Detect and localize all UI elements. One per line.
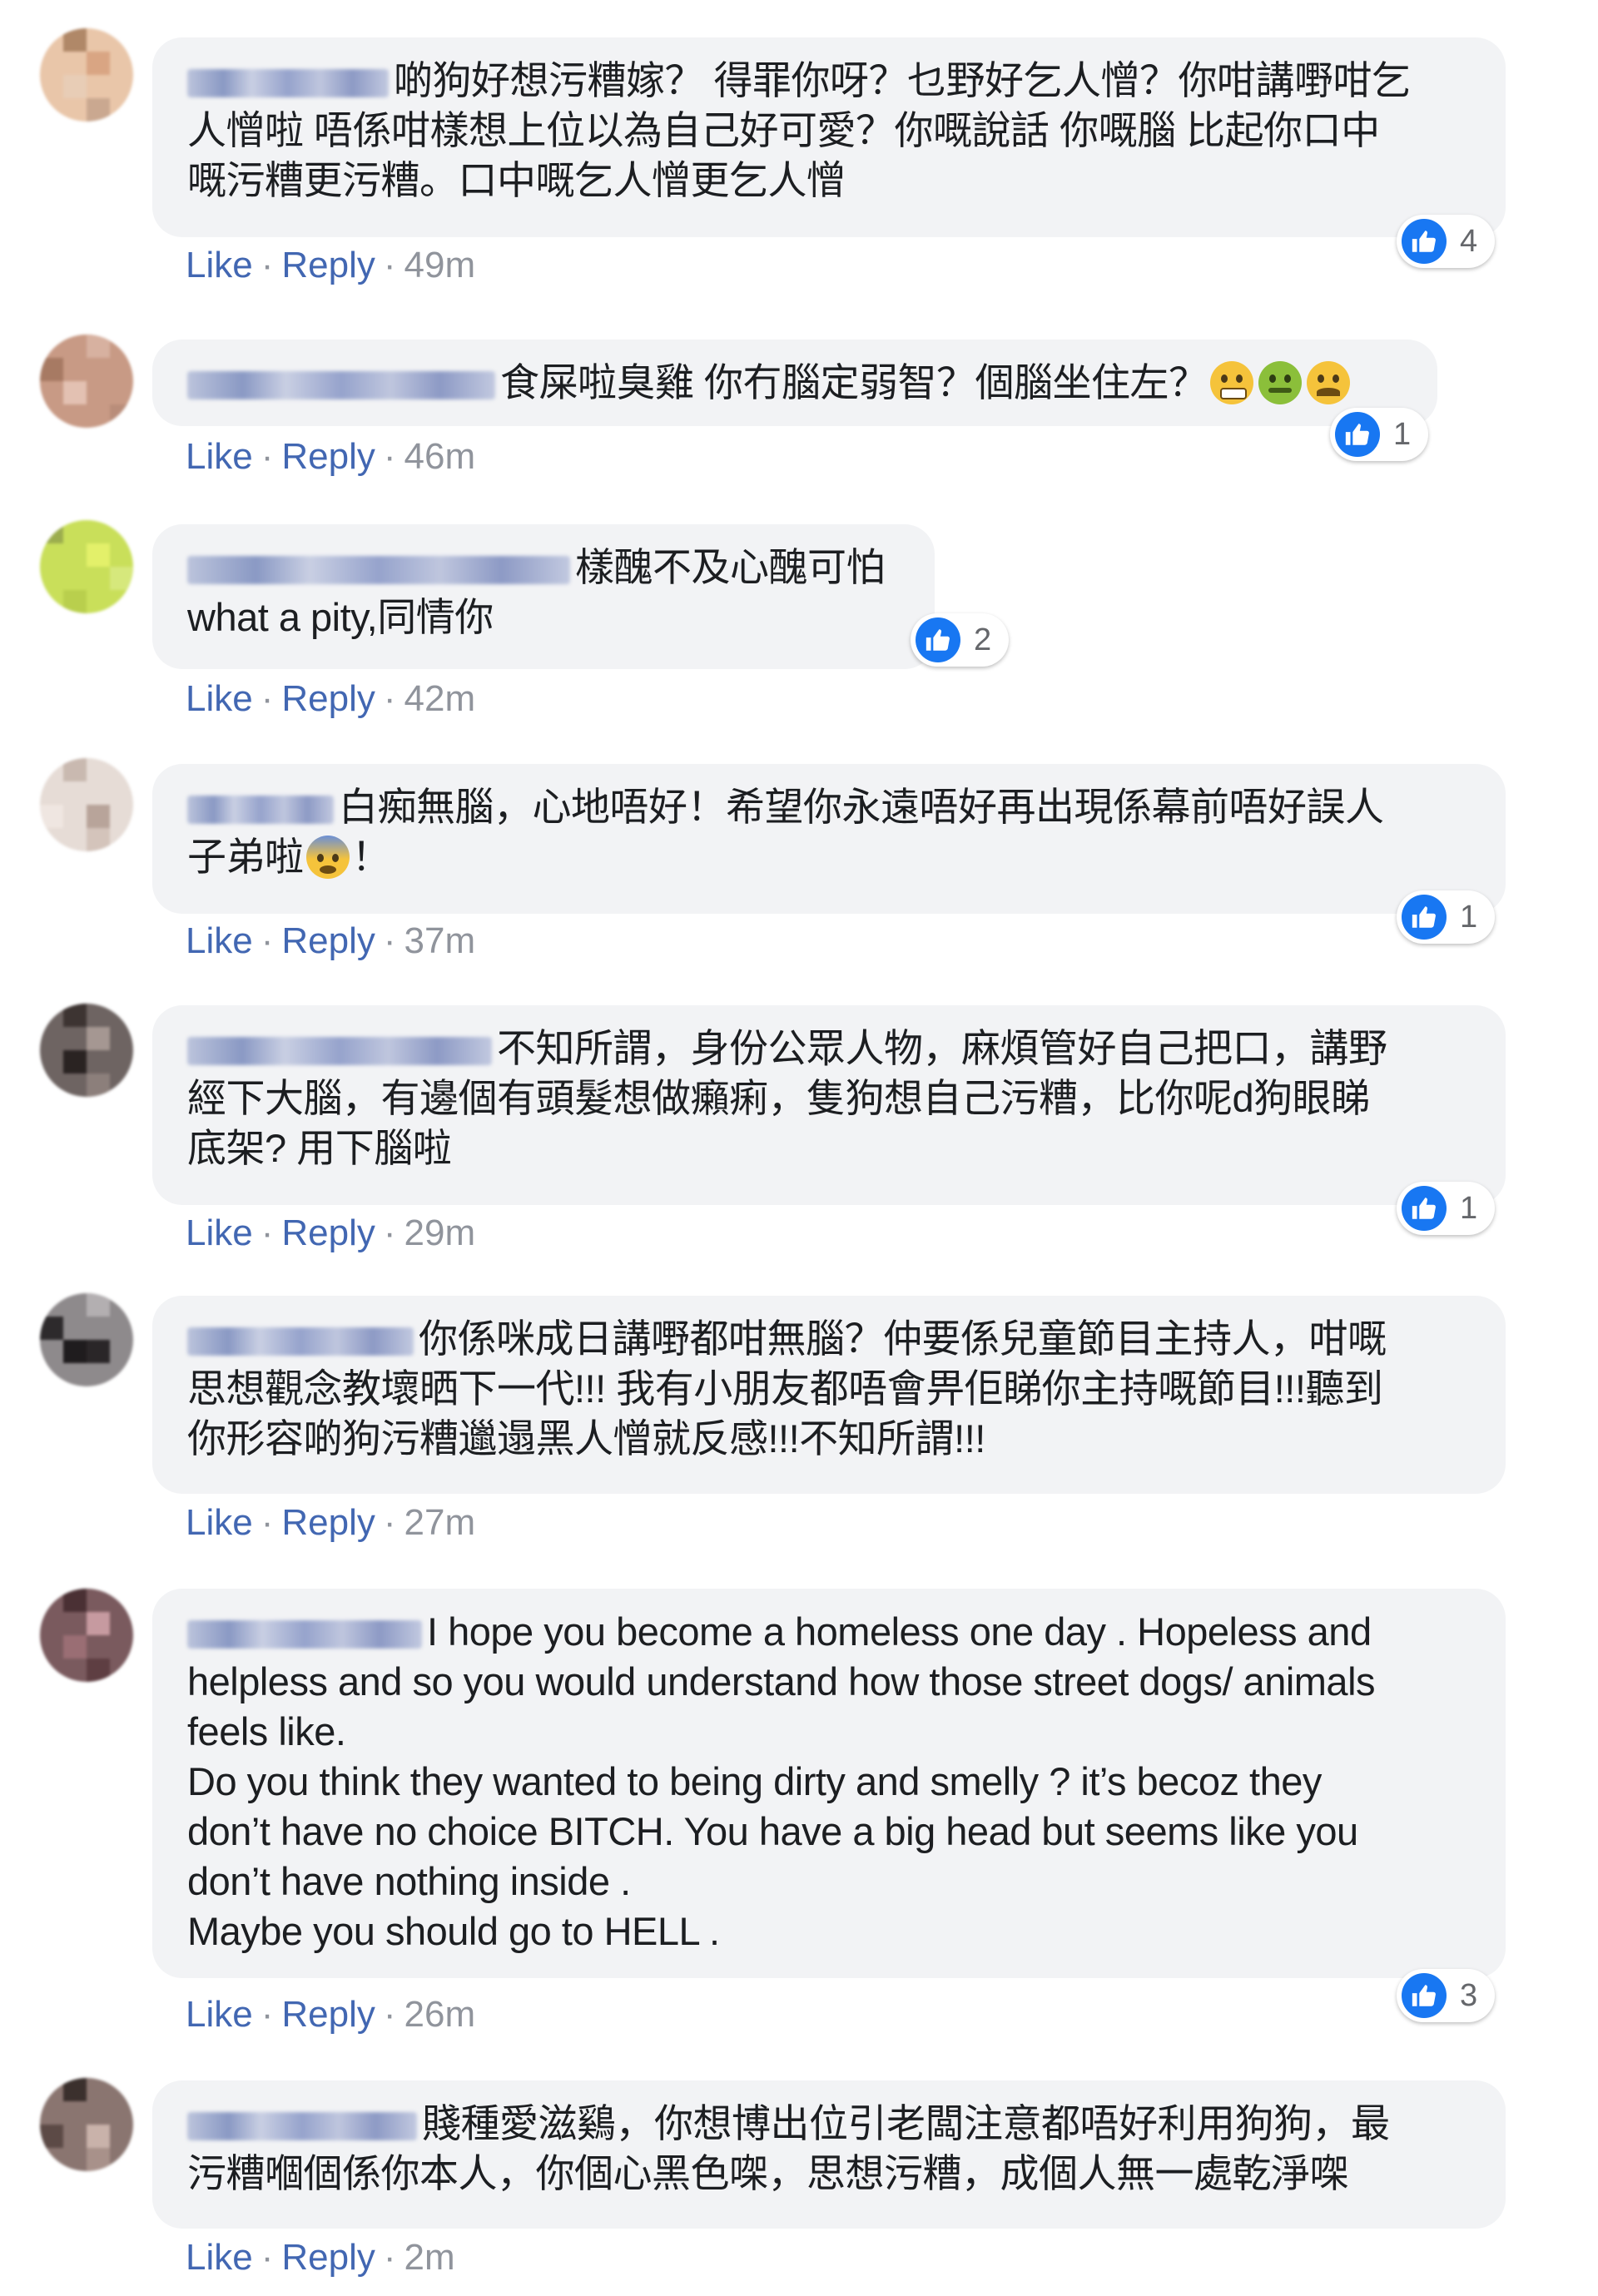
separator: · — [383, 1994, 396, 2035]
separator: · — [261, 1502, 274, 1543]
comment-bubble: 賤種愛滋鷄，你想博出位引老闆注意都唔好利用狗狗，最 污糟嗰個係你本人，你個心黑色… — [152, 2080, 1506, 2229]
commenter-name[interactable] — [187, 1327, 414, 1356]
comment-actions: Like · Reply · 27m — [186, 1502, 475, 1544]
comment-bubble: 樣醜不及心醜可怕 what a pity,同情你 — [152, 524, 935, 669]
reply-link[interactable]: Reply — [281, 1212, 375, 1253]
commenter-name[interactable] — [187, 556, 570, 584]
separator: · — [383, 436, 396, 477]
reply-link[interactable]: Reply — [281, 678, 375, 719]
commenter-name[interactable] — [187, 371, 495, 399]
anxious-emoji-icon — [305, 836, 350, 879]
comment-text: I hope you become a homeless one day . H… — [187, 1609, 1376, 1953]
separator: · — [383, 1212, 396, 1253]
reply-link[interactable]: Reply — [281, 1502, 375, 1543]
separator: · — [261, 1994, 274, 2035]
comment-text: 食屎啦臭雞 你冇腦定弱智？個腦坐住左？ — [500, 360, 1208, 404]
like-reaction-icon — [1402, 1973, 1447, 2018]
avatar[interactable] — [40, 28, 133, 121]
reaction-count: 2 — [974, 622, 992, 657]
timestamp[interactable]: 37m — [404, 920, 476, 961]
avatar[interactable] — [40, 1589, 133, 1682]
reaction-count: 1 — [1393, 416, 1412, 452]
like-link[interactable]: Like — [186, 245, 253, 285]
comment-text-suffix: ！ — [351, 835, 391, 879]
like-reaction-icon — [1402, 219, 1447, 264]
timestamp[interactable]: 42m — [404, 678, 476, 719]
separator: · — [261, 678, 274, 719]
comment-bubble: 白痴無腦，心地唔好！希望你永遠唔好再出現係幕前唔好誤人 子弟啦！ — [152, 764, 1506, 914]
tired-emoji-icon — [1306, 361, 1350, 404]
reaction-summary[interactable]: 1 — [1397, 890, 1495, 944]
commenter-name[interactable] — [187, 69, 389, 97]
like-reaction-icon — [1402, 1186, 1447, 1231]
like-link[interactable]: Like — [186, 1502, 253, 1543]
reaction-count: 1 — [1460, 899, 1478, 935]
comment-actions: Like · Reply · 37m — [186, 920, 475, 962]
avatar[interactable] — [40, 1293, 133, 1386]
avatar[interactable] — [40, 2078, 133, 2171]
comment-actions: Like · Reply · 2m — [186, 2237, 455, 2279]
avatar[interactable] — [40, 335, 133, 428]
reaction-count: 3 — [1460, 1977, 1478, 2013]
separator: · — [261, 1212, 274, 1253]
comment-bubble: 你係咪成日講嘢都咁無腦？仲要係兒童節目主持人，咁嘅 思想觀念教壞晒下一代!!! … — [152, 1296, 1506, 1494]
grimace-emoji-icon — [1209, 361, 1253, 404]
like-link[interactable]: Like — [186, 2237, 253, 2278]
timestamp[interactable]: 2m — [404, 2237, 455, 2278]
separator: · — [261, 436, 274, 477]
separator: · — [261, 245, 274, 285]
like-link[interactable]: Like — [186, 920, 253, 961]
separator: · — [383, 678, 396, 719]
separator: · — [383, 245, 396, 285]
reaction-summary[interactable]: 3 — [1397, 1969, 1495, 2022]
reaction-count: 4 — [1460, 223, 1478, 259]
timestamp[interactable]: 29m — [404, 1212, 476, 1253]
reaction-summary[interactable]: 4 — [1397, 215, 1495, 268]
like-link[interactable]: Like — [186, 1994, 253, 2035]
timestamp[interactable]: 26m — [404, 1994, 476, 2035]
like-link[interactable]: Like — [186, 436, 253, 477]
timestamp[interactable]: 49m — [404, 245, 476, 285]
like-reaction-icon — [1335, 412, 1380, 457]
reply-link[interactable]: Reply — [281, 1994, 375, 2035]
commenter-name[interactable] — [187, 796, 334, 824]
commenter-name[interactable] — [187, 1037, 492, 1065]
comment-bubble: 食屎啦臭雞 你冇腦定弱智？個腦坐住左？ — [152, 340, 1437, 426]
like-reaction-icon — [1402, 895, 1447, 940]
sick-emoji-icon — [1258, 361, 1302, 404]
like-link[interactable]: Like — [186, 1212, 253, 1253]
reaction-summary[interactable]: 1 — [1330, 408, 1428, 461]
commenter-name[interactable] — [187, 2112, 417, 2140]
reaction-count: 1 — [1460, 1190, 1478, 1226]
separator: · — [383, 920, 396, 961]
reply-link[interactable]: Reply — [281, 2237, 375, 2278]
avatar[interactable] — [40, 758, 133, 851]
separator: · — [261, 920, 274, 961]
timestamp[interactable]: 46m — [404, 436, 476, 477]
reaction-summary[interactable]: 1 — [1397, 1182, 1495, 1235]
comment-bubble: 啲狗好想污糟嫁？ 得罪你呀？乜野好乞人憎？你咁講嘢咁乞 人憎啦 唔係咁樣想上位以… — [152, 37, 1506, 237]
like-reaction-icon — [916, 617, 960, 662]
comment-actions: Like · Reply · 29m — [186, 1212, 475, 1254]
separator: · — [261, 2237, 274, 2278]
comment-actions: Like · Reply · 46m — [186, 436, 475, 478]
separator: · — [383, 2237, 396, 2278]
reaction-summary[interactable]: 2 — [911, 613, 1009, 667]
timestamp[interactable]: 27m — [404, 1502, 476, 1543]
separator: · — [383, 1502, 396, 1543]
reply-link[interactable]: Reply — [281, 245, 375, 285]
comment-actions: Like · Reply · 42m — [186, 678, 475, 720]
commenter-name[interactable] — [187, 1620, 422, 1649]
like-link[interactable]: Like — [186, 678, 253, 719]
comment-actions: Like · Reply · 49m — [186, 245, 475, 286]
comment-bubble: 不知所謂，身份公眾人物，麻煩管好自己把口，講野 經下大腦，有邊個有頭髮想做癩痢，… — [152, 1005, 1506, 1205]
reply-link[interactable]: Reply — [281, 436, 375, 477]
comment-bubble: I hope you become a homeless one day . H… — [152, 1589, 1506, 1978]
reply-link[interactable]: Reply — [281, 920, 375, 961]
avatar[interactable] — [40, 1004, 133, 1097]
comment-actions: Like · Reply · 26m — [186, 1994, 475, 2036]
avatar[interactable] — [40, 520, 133, 613]
